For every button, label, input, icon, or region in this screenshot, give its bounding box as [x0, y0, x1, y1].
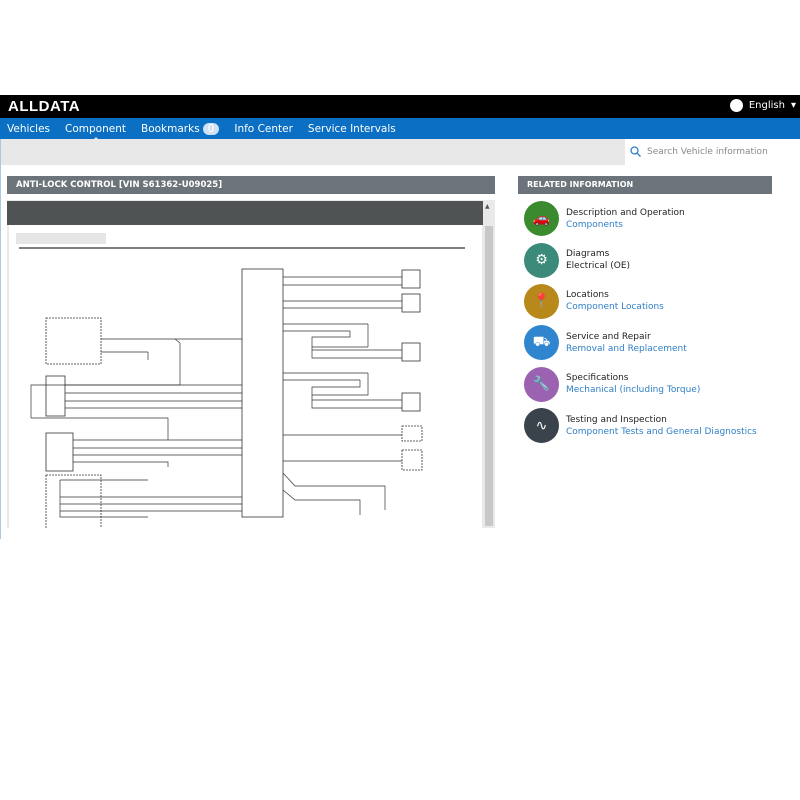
wiring-diagram — [9, 225, 482, 530]
related-item-title: Testing and Inspection — [566, 414, 667, 425]
related-item-service[interactable]: ⛟ Service and Repair Removal and Replacem… — [524, 322, 757, 363]
related-item-title: Specifications — [566, 373, 629, 384]
car-description-icon: 🚗 — [524, 201, 559, 237]
nav-vehicles[interactable]: Vehicles — [7, 123, 50, 135]
location-pin-icon: 📍 — [524, 283, 559, 319]
search-icon — [630, 146, 641, 157]
page-title: ANTI-LOCK CONTROL [VIN S61362-U09025] — [7, 176, 495, 194]
chevron-down-icon: ▾ — [790, 100, 796, 111]
alldata-logo[interactable]: ALLDATA — [8, 98, 80, 115]
related-info-list: 🚗 Description and Operation Components ⚙ … — [524, 198, 757, 446]
wrench-icon: 🔧 — [524, 366, 559, 402]
nav-service-intervals[interactable]: Service Intervals — [308, 123, 396, 135]
related-item-specifications[interactable]: 🔧 Specifications Mechanical (including To… — [524, 364, 757, 405]
related-item-link[interactable]: Components — [566, 220, 685, 230]
main-nav: Vehicles Component Bookmarks 0 Info Cente… — [0, 118, 800, 141]
diagram-icon: ⚙ — [524, 242, 559, 278]
related-item-link[interactable]: Removal and Replacement — [566, 344, 687, 354]
oscilloscope-icon: ∿ — [524, 408, 559, 444]
related-item-subtitle: Electrical (OE) — [566, 261, 631, 272]
related-item-link[interactable]: Component Locations — [566, 302, 664, 312]
related-item-title: Service and Repair — [566, 331, 651, 342]
vehicle-lift-icon: ⛟ — [524, 325, 559, 361]
related-item-testing[interactable]: ∿ Testing and Inspection Component Tests … — [524, 405, 757, 446]
wiring-diagram-drawing — [16, 233, 465, 530]
breadcrumb-bar — [0, 139, 625, 165]
related-item-link[interactable]: Component Tests and General Diagnostics — [566, 427, 757, 437]
related-item-title: Locations — [566, 290, 609, 301]
related-item-diagrams[interactable]: ⚙ Diagrams Electrical (OE) — [524, 239, 757, 280]
related-item-description[interactable]: 🚗 Description and Operation Components — [524, 198, 757, 239]
viewer-toolbar — [7, 201, 483, 225]
search-placeholder: Search Vehicle information — [647, 146, 768, 157]
nav-bookmarks-label: Bookmarks — [141, 122, 200, 135]
language-label: English — [748, 100, 785, 111]
left-border — [0, 139, 1, 539]
nav-bookmarks[interactable]: Bookmarks 0 — [141, 122, 220, 135]
related-info-title: RELATED INFORMATION — [518, 176, 772, 194]
related-item-title: Description and Operation — [566, 207, 685, 218]
search-input[interactable]: Search Vehicle information — [630, 146, 768, 157]
related-item-link[interactable]: Mechanical (including Torque) — [566, 385, 700, 395]
related-item-locations[interactable]: 📍 Locations Component Locations — [524, 281, 757, 322]
related-item-title: Diagrams — [566, 249, 610, 260]
diagram-viewer[interactable]: ▲ — [7, 200, 495, 530]
bookmarks-count-badge: 0 — [202, 122, 220, 135]
top-bar: ALLDATA English ▾ — [0, 95, 800, 118]
globe-icon — [729, 99, 743, 112]
nav-info-center[interactable]: Info Center — [234, 123, 293, 135]
language-selector[interactable]: English ▾ — [729, 99, 796, 112]
scroll-up-icon[interactable]: ▲ — [485, 203, 490, 210]
nav-component[interactable]: Component — [65, 123, 126, 141]
scrollbar[interactable] — [485, 226, 493, 526]
